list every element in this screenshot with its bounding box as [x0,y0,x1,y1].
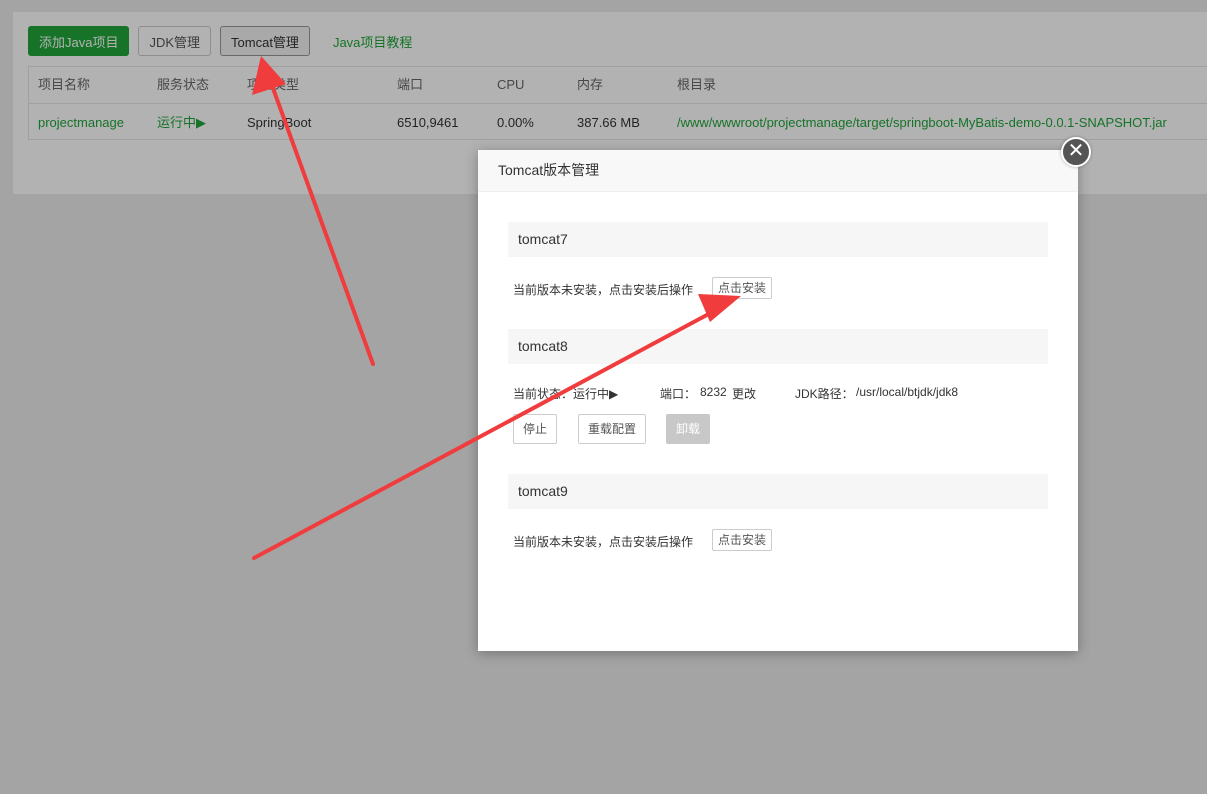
dialog-title: Tomcat版本管理 [478,150,1078,192]
tomcat8-jdk-value: /usr/local/btjdk/jdk8 [856,385,959,399]
tomcat8-status-label: 当前状态： [513,387,574,401]
tomcat9-status-text: 当前版本未安装，点击安装后操作 [513,535,694,549]
tomcat8-port-value: 8232 [700,385,727,399]
tomcat8-uninstall-button[interactable]: 卸载 [666,414,711,444]
tomcat8-header: tomcat8 [508,329,1048,364]
tomcat8-status-value[interactable]: 运行中▶ [573,385,618,402]
tomcat8-stop-button[interactable]: 停止 [513,414,558,444]
tomcat8-reload-config-button[interactable]: 重载配置 [578,414,647,444]
tomcat9-install-button[interactable]: 点击安装 [712,529,773,551]
tomcat-version-dialog: Tomcat版本管理 ✕ tomcat7 当前版本未安装，点击安装后操作 点击安… [478,137,1091,651]
tomcat7-header: tomcat7 [508,222,1048,257]
close-icon[interactable]: ✕ [1061,137,1091,167]
tomcat7-status-text: 当前版本未安装，点击安装后操作 [513,283,694,297]
tomcat8-jdk-label: JDK路径： [795,387,854,401]
tomcat8-port-change-link[interactable]: 更改 [732,385,756,402]
tomcat8-port-label: 端口： [660,387,697,401]
tomcat9-header: tomcat9 [508,474,1048,509]
tomcat7-install-button[interactable]: 点击安装 [712,277,773,299]
